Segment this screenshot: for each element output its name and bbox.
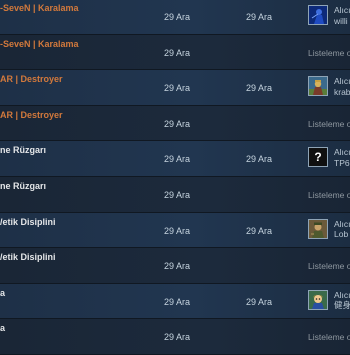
item-name[interactable]: -SeveN | Karalama bbox=[0, 39, 79, 49]
date-listed: 29 Ara bbox=[164, 296, 191, 307]
date-listed: 29 Ara bbox=[164, 47, 191, 58]
listing-status: Listeleme o bbox=[308, 261, 350, 272]
date-listed: 29 Ara bbox=[164, 83, 191, 94]
market-history-row[interactable]: ne Rüzgarı 29 Ara 29 Ara ? Alıcı TP6 bbox=[0, 141, 350, 177]
buyer-label: Alıcı bbox=[334, 147, 350, 158]
market-history-row[interactable]: AR | Destroyer 29 Ara Listeleme o bbox=[0, 105, 350, 142]
date-acted: 29 Ara bbox=[246, 296, 273, 307]
buyer-name[interactable]: willi bbox=[334, 16, 350, 27]
item-name[interactable]: AR | Destroyer bbox=[0, 110, 63, 120]
buyer-info[interactable]: Alıcı krab bbox=[334, 76, 350, 97]
buyer-info[interactable]: Alıcı TP6 bbox=[334, 147, 350, 168]
date-acted: 29 Ara bbox=[246, 83, 273, 94]
listing-status: Listeleme o bbox=[308, 332, 350, 343]
buyer-info[interactable]: Alıcı willi bbox=[334, 5, 350, 26]
market-history-list: -SeveN | Karalama 29 Ara 29 Ara Alıcı wi… bbox=[0, 0, 350, 355]
item-name[interactable]: /etik Disiplini bbox=[0, 252, 56, 262]
date-acted: 29 Ara bbox=[246, 225, 273, 236]
date-listed: 29 Ara bbox=[164, 154, 191, 165]
date-listed: 29 Ara bbox=[164, 332, 191, 343]
item-name[interactable]: AR | Destroyer bbox=[0, 74, 63, 84]
market-history-row[interactable]: a 29 Ara 29 Ara Alıcı 健身 bbox=[0, 283, 350, 320]
buyer-info[interactable]: Alıcı 健身 bbox=[334, 290, 350, 311]
buyer-name[interactable]: Lob bbox=[334, 229, 350, 240]
item-name[interactable]: ne Rüzgarı bbox=[0, 181, 46, 191]
market-history-row[interactable]: /etik Disiplini 29 Ara 29 Ara Alıcı Lob bbox=[0, 212, 350, 249]
market-history-row[interactable]: -SeveN | Karalama 29 Ara Listeleme o bbox=[0, 34, 350, 71]
buyer-name[interactable]: TP6 bbox=[334, 158, 350, 169]
date-listed: 29 Ara bbox=[164, 261, 191, 272]
item-name[interactable]: a bbox=[0, 323, 5, 333]
date-listed: 29 Ara bbox=[164, 225, 191, 236]
listing-status: Listeleme o bbox=[308, 47, 350, 58]
warrior-avatar-icon[interactable] bbox=[308, 76, 328, 97]
item-name[interactable]: -SeveN | Karalama bbox=[0, 3, 79, 13]
buyer-label: Alıcı bbox=[334, 76, 350, 87]
buyer-label: Alıcı bbox=[334, 5, 350, 15]
item-name[interactable]: /etik Disiplini bbox=[0, 217, 56, 227]
market-history-row[interactable]: /etik Disiplini 29 Ara Listeleme o bbox=[0, 248, 350, 284]
camo-soldier-avatar-icon[interactable] bbox=[308, 218, 328, 239]
buyer-name[interactable]: krab bbox=[334, 87, 350, 98]
question-mark-glyph: ? bbox=[309, 148, 327, 167]
anime-character-avatar-icon[interactable] bbox=[308, 289, 328, 310]
buyer-label: Alıcı bbox=[334, 289, 350, 300]
listing-status: Listeleme o bbox=[308, 189, 350, 200]
date-acted: 29 Ara bbox=[246, 12, 273, 22]
buyer-info[interactable]: Alıcı Lob bbox=[334, 219, 350, 240]
date-listed: 29 Ara bbox=[164, 118, 191, 129]
market-history-row[interactable]: AR | Destroyer 29 Ara 29 Ara Alıcı krab bbox=[0, 70, 350, 106]
item-name[interactable]: ne Rüzgarı bbox=[0, 145, 46, 155]
buyer-label: Alıcı bbox=[334, 218, 350, 229]
listing-status: Listeleme o bbox=[308, 118, 350, 129]
market-history-row[interactable]: -SeveN | Karalama 29 Ara 29 Ara Alıcı wi… bbox=[0, 0, 350, 35]
question-mark-avatar-icon[interactable]: ? bbox=[308, 147, 328, 168]
market-history-row[interactable]: ne Rüzgarı 29 Ara Listeleme o bbox=[0, 176, 350, 213]
date-listed: 29 Ara bbox=[164, 189, 191, 200]
item-name[interactable]: a bbox=[0, 288, 5, 298]
buyer-name[interactable]: 健身 bbox=[334, 300, 350, 311]
blue-character-avatar-icon[interactable] bbox=[308, 5, 328, 25]
date-acted: 29 Ara bbox=[246, 154, 273, 165]
date-listed: 29 Ara bbox=[164, 12, 191, 22]
